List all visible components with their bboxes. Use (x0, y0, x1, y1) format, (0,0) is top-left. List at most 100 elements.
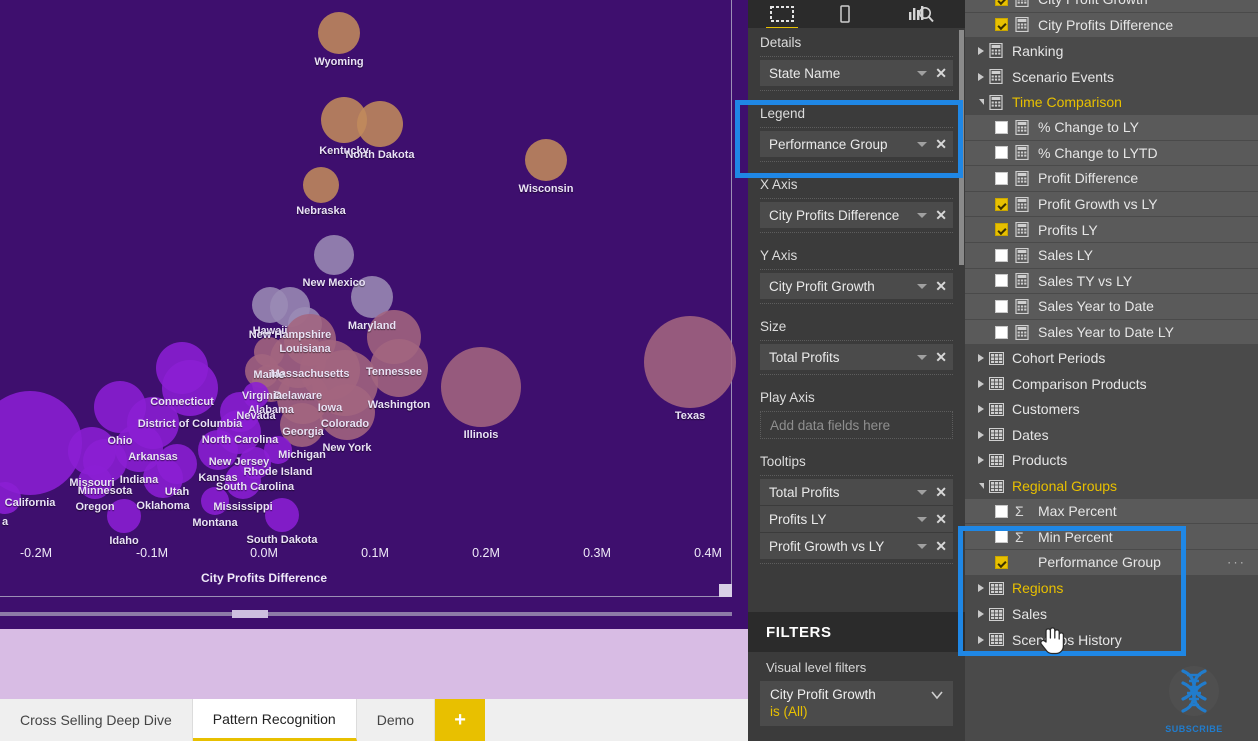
field-row-comparison-products[interactable]: Comparison Products (965, 370, 1258, 397)
remove-field-icon[interactable]: ✕ (935, 278, 947, 295)
chevron-down-icon[interactable] (917, 354, 928, 360)
scatter-chart-visual[interactable]: Wyoming Kentucky North Dakota Wisconsin Nebr… (0, 0, 748, 629)
field-row-city-profit-growth[interactable]: City Profit Growth (965, 0, 1258, 13)
bubble-illinois[interactable] (441, 347, 521, 427)
bubble-north-dakota[interactable] (357, 101, 403, 147)
field-checkbox[interactable] (995, 504, 1008, 518)
chart-resize-corner[interactable] (719, 584, 732, 597)
remove-field-icon[interactable]: ✕ (935, 349, 947, 366)
row-overflow-menu-icon[interactable]: ··· (1227, 555, 1246, 570)
field-row-sales-year-to-date[interactable]: Sales Year to Date (965, 294, 1258, 320)
bubble-south-dakota[interactable] (265, 498, 299, 532)
add-page-button[interactable]: + (435, 699, 486, 741)
remove-field-icon[interactable]: ✕ (935, 65, 947, 82)
chevron-right-icon[interactable] (973, 46, 989, 55)
bubble-oklahoma[interactable] (143, 458, 183, 498)
field-pill-state-name[interactable]: State Name ✕ (760, 60, 953, 86)
bubble-wyoming[interactable] (318, 12, 360, 54)
format-icon[interactable] (839, 5, 863, 23)
field-row-change-to-lytd[interactable]: % Change to LYTD (965, 140, 1258, 167)
field-row-scenario-events[interactable]: Scenario Events (965, 63, 1258, 90)
chevron-down-icon[interactable] (931, 689, 943, 701)
field-row-cohort-periods[interactable]: Cohort Periods (965, 345, 1258, 371)
field-checkbox[interactable] (995, 248, 1008, 262)
bucket-well-y-axis[interactable]: City Profit Growth ✕ (760, 269, 953, 304)
chevron-right-icon[interactable] (973, 430, 989, 439)
field-row-min-percent[interactable]: Σ Min Percent (965, 524, 1258, 551)
bubble-mississippi[interactable] (225, 463, 261, 499)
field-checkbox[interactable] (995, 555, 1008, 569)
bucket-well-tooltips[interactable]: Total Profits ✕ Profits LY ✕ Profit Growth v… (760, 475, 953, 564)
chart-hscroll-track[interactable] (0, 612, 732, 616)
bubble-nebraska[interactable] (303, 167, 339, 203)
field-checkbox[interactable] (995, 325, 1008, 339)
bubble-wisconsin[interactable] (525, 139, 567, 181)
page-tab-pattern-recognition[interactable]: Pattern Recognition (192, 699, 357, 741)
bubble-oregon[interactable] (78, 465, 112, 499)
fields-icon[interactable] (766, 5, 798, 30)
field-checkbox[interactable] (995, 530, 1008, 544)
field-row-customers[interactable]: Customers (965, 396, 1258, 423)
chevron-down-icon[interactable] (917, 516, 928, 522)
chevron-down-icon[interactable] (973, 99, 989, 106)
bubble-idaho[interactable] (107, 499, 141, 533)
bubble-montana[interactable] (201, 487, 229, 515)
field-row-profit-difference[interactable]: Profit Difference (965, 166, 1258, 192)
field-pill-total-profits[interactable]: Total Profits ✕ (760, 479, 953, 505)
filter-card-city-profit-growth[interactable]: City Profit Growth is (All) (760, 681, 953, 726)
bubble-new-mexico[interactable] (314, 235, 354, 275)
chevron-right-icon[interactable] (973, 405, 989, 414)
field-checkbox[interactable] (995, 18, 1008, 32)
chevron-down-icon[interactable] (917, 141, 928, 147)
bucket-well-size[interactable]: Total Profits ✕ (760, 340, 953, 375)
bubble-texas[interactable] (644, 316, 736, 408)
chevron-right-icon[interactable] (973, 379, 989, 388)
bubble-kansas[interactable] (198, 430, 238, 470)
field-row-scenarios-history[interactable]: Scenarios History (965, 626, 1258, 653)
bucket-well-legend[interactable]: Performance Group ✕ (760, 127, 953, 162)
field-checkbox[interactable] (995, 171, 1008, 185)
field-checkbox[interactable] (995, 197, 1008, 211)
field-row-sales[interactable]: Sales (965, 601, 1258, 627)
field-row-regional-groups[interactable]: Regional Groups (965, 473, 1258, 499)
remove-field-icon[interactable]: ✕ (935, 136, 947, 153)
field-row-ranking[interactable]: Ranking (965, 38, 1258, 64)
chevron-down-icon[interactable] (917, 212, 928, 218)
chevron-down-icon[interactable] (917, 70, 928, 76)
field-row-profits-ly[interactable]: Profits LY (965, 217, 1258, 243)
chevron-right-icon[interactable] (973, 72, 989, 81)
field-row-profit-growth-vs-ly[interactable]: Profit Growth vs LY (965, 191, 1258, 218)
field-pill-city-profits-difference[interactable]: City Profits Difference ✕ (760, 202, 953, 228)
field-pill-total-profits[interactable]: Total Profits ✕ (760, 344, 953, 370)
bucket-well-x-axis[interactable]: City Profits Difference ✕ (760, 198, 953, 233)
chevron-down-icon[interactable] (917, 543, 928, 549)
remove-field-icon[interactable]: ✕ (935, 484, 947, 501)
page-tab-bar[interactable]: Cross Selling Deep Dive Pattern Recogniti… (0, 699, 748, 741)
remove-field-icon[interactable]: ✕ (935, 511, 947, 528)
field-row-sales-ty-vs-ly[interactable]: Sales TY vs LY (965, 268, 1258, 295)
chevron-right-icon[interactable] (973, 584, 989, 593)
bubble-new-york[interactable] (319, 384, 375, 440)
chevron-down-icon[interactable] (917, 489, 928, 495)
field-row-city-profits-difference[interactable]: City Profits Difference (965, 12, 1258, 39)
field-row-time-comparison[interactable]: Time Comparison (965, 89, 1258, 115)
chevron-right-icon[interactable] (973, 456, 989, 465)
bucket-well-details[interactable]: State Name ✕ (760, 56, 953, 91)
bubble-washington[interactable] (370, 339, 428, 397)
viz-pane-tabstrip[interactable] (748, 0, 965, 30)
field-checkbox[interactable] (995, 274, 1008, 288)
field-row-performance-group[interactable]: Performance Group ··· (965, 550, 1258, 576)
field-row-dates[interactable]: Dates (965, 422, 1258, 448)
page-tab-cross-selling-deep-dive[interactable]: Cross Selling Deep Dive (0, 699, 193, 741)
field-row-sales-ly[interactable]: Sales LY (965, 242, 1258, 269)
field-pill-profit-growth-vs-ly[interactable]: Profit Growth vs LY ✕ (760, 533, 953, 559)
chevron-right-icon[interactable] (973, 354, 989, 363)
chevron-right-icon[interactable] (973, 610, 989, 619)
field-row-sales-year-to-date-ly[interactable]: Sales Year to Date LY (965, 319, 1258, 346)
field-pill-profits-ly[interactable]: Profits LY ✕ (760, 506, 953, 532)
bucket-dropzone-play-axis[interactable]: Add data fields here (760, 411, 953, 439)
field-row-change-to-ly[interactable]: % Change to LY (965, 114, 1258, 141)
page-tab-demo[interactable]: Demo (356, 699, 436, 741)
field-checkbox[interactable] (995, 0, 1008, 6)
field-row-max-percent[interactable]: Σ Max Percent (965, 498, 1258, 525)
